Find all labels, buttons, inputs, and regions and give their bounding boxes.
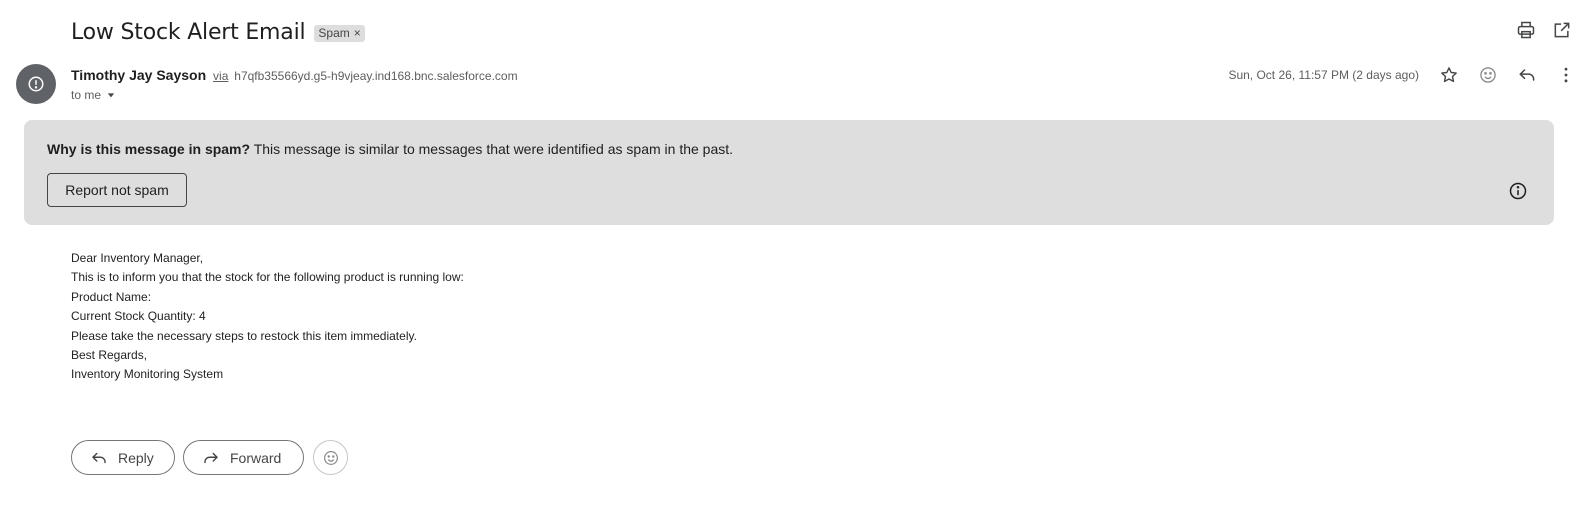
forward-button[interactable]: Forward — [183, 440, 304, 475]
star-icon[interactable] — [1439, 65, 1459, 85]
sender-line: Timothy Jay Sayson via h7qfb35566yd.g5-h… — [71, 67, 518, 83]
spam-label-text: Spam — [318, 25, 350, 40]
add-reaction-icon[interactable] — [1478, 65, 1498, 85]
sender-name[interactable]: Timothy Jay Sayson — [71, 67, 206, 83]
top-actions — [1516, 20, 1572, 40]
info-icon[interactable] — [1508, 181, 1528, 201]
spam-label-chip[interactable]: Spam × — [314, 24, 365, 42]
recipient-details-toggle[interactable]: to me — [71, 88, 115, 102]
spam-warning-banner: Why is this message in spam? This messag… — [24, 120, 1554, 225]
body-line: This is to inform you that the stock for… — [71, 270, 464, 285]
print-icon[interactable] — [1516, 20, 1536, 40]
body-line: Please take the necessary steps to resto… — [71, 328, 417, 343]
body-line: Dear Inventory Manager, — [71, 251, 204, 265]
forward-icon — [204, 452, 218, 463]
open-in-new-window-icon[interactable] — [1552, 20, 1572, 40]
message-meta: Sun, Oct 26, 11:57 PM (2 days ago) — [1228, 64, 1576, 86]
message-date: Sun, Oct 26, 11:57 PM (2 days ago) — [1228, 68, 1419, 82]
reply-button[interactable]: Reply — [71, 440, 175, 475]
recipient-text: to me — [71, 88, 102, 102]
bottom-actions: Reply Forward — [71, 440, 348, 475]
spam-reason-text: Why is this message in spam? This messag… — [47, 141, 733, 157]
email-subject: Low Stock Alert Email — [71, 19, 306, 45]
sender-avatar[interactable] — [16, 64, 56, 104]
sender-domain: h7qfb35566yd.g5-h9vjeay.ind168.bnc.sales… — [234, 69, 518, 83]
spam-question: Why is this message in spam? — [47, 141, 251, 157]
via-link[interactable]: via — [213, 69, 228, 83]
reply-label: Reply — [118, 449, 154, 466]
body-line: Current Stock Quantity: 4 — [71, 309, 206, 324]
forward-label: Forward — [230, 449, 282, 466]
report-not-spam-button[interactable]: Report not spam — [47, 173, 187, 207]
body-line: Inventory Monitoring System — [71, 367, 224, 382]
body-line: Best Regards, — [71, 348, 148, 363]
remove-label-button[interactable]: × — [354, 26, 361, 40]
more-options-icon[interactable] — [1556, 65, 1576, 85]
add-reaction-button[interactable] — [313, 440, 348, 475]
alert-icon — [28, 76, 44, 92]
add-reaction-icon — [323, 450, 338, 465]
spam-explanation: This message is similar to messages that… — [250, 141, 734, 157]
email-body: Dear Inventory Manager, This is to infor… — [71, 249, 464, 385]
reply-icon[interactable] — [1517, 65, 1537, 85]
chevron-down-icon — [107, 93, 115, 98]
reply-icon — [92, 452, 106, 463]
subject-row: Low Stock Alert Email Spam × — [71, 16, 365, 48]
body-line: Product Name: — [71, 289, 152, 304]
